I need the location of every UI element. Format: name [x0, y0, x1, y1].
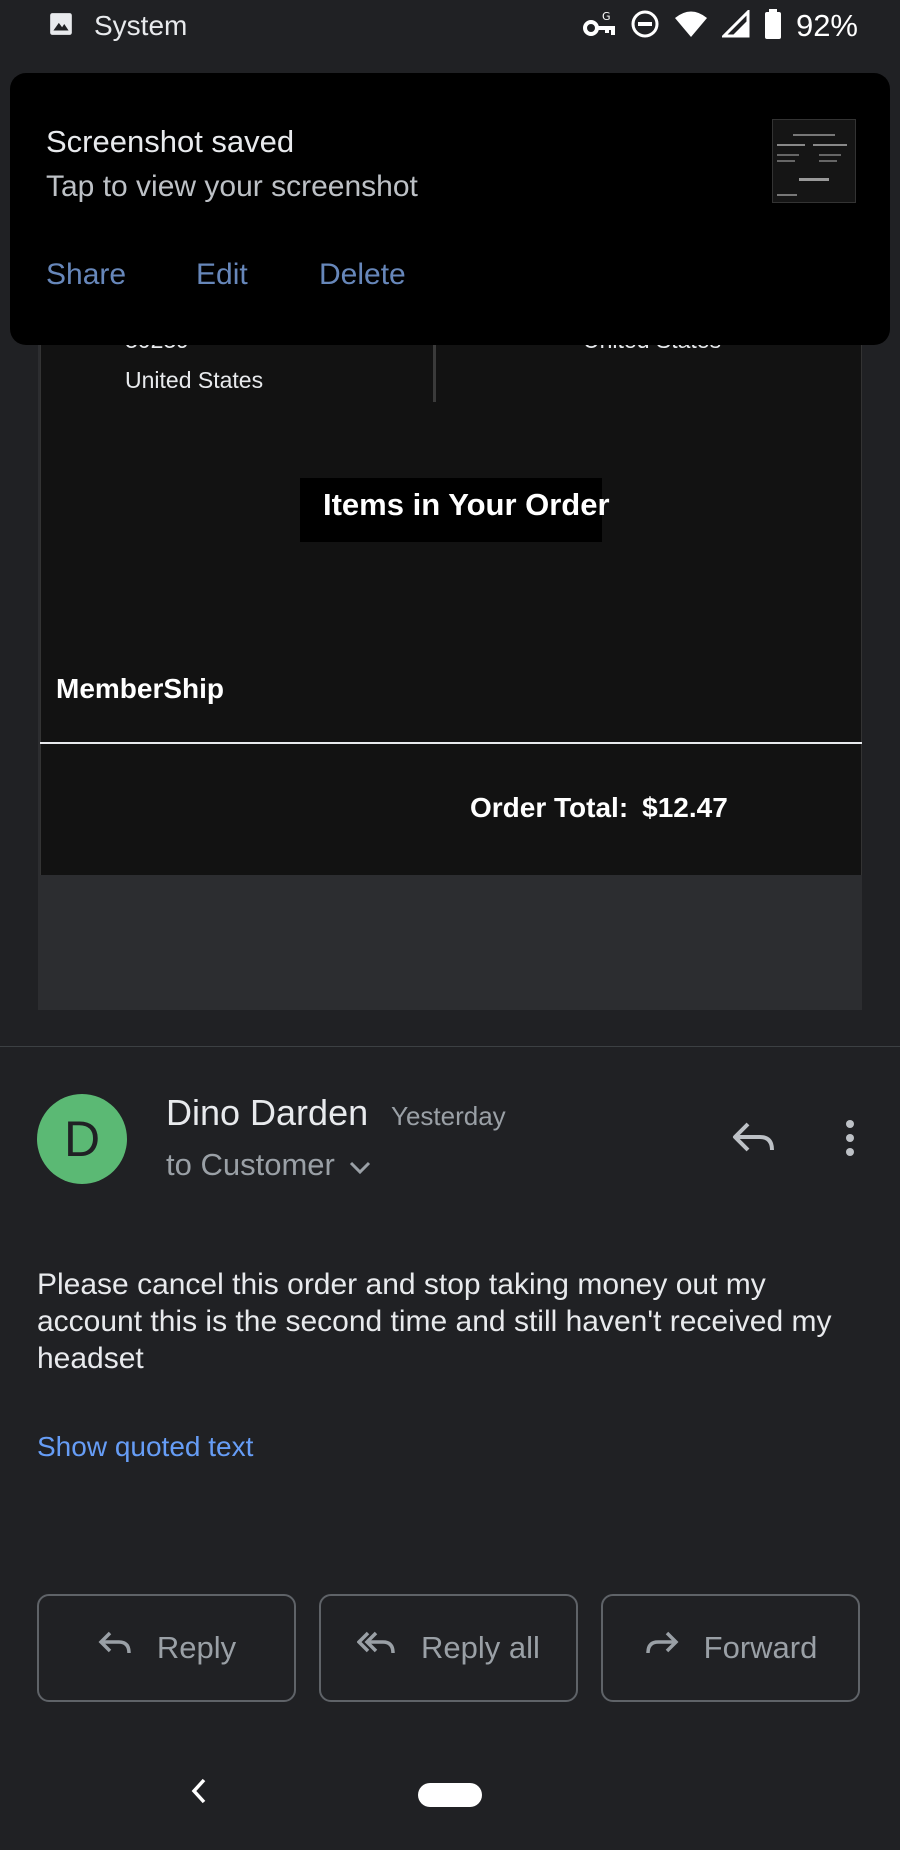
recipient-details-toggle[interactable]: to Customer [166, 1147, 371, 1183]
message-body: Please cancel this order and stop taking… [37, 1268, 832, 1375]
reply-all-icon [356, 1629, 397, 1667]
edit-action[interactable]: Edit [196, 258, 248, 292]
battery-percent: 92% [795, 8, 858, 43]
do-not-disturb-icon [630, 9, 660, 44]
more-options-icon[interactable] [836, 1118, 864, 1167]
order-item-name: MemberShip [56, 673, 225, 704]
svg-text:G: G [602, 10, 611, 23]
screenshot-thumbnail[interactable] [772, 119, 856, 203]
message-time: Yesterday [391, 1101, 506, 1131]
recipient-label: to Customer [166, 1147, 335, 1182]
battery-icon [764, 8, 782, 44]
delete-action[interactable]: Delete [319, 258, 406, 292]
sender-name: Dino Darden [166, 1092, 369, 1133]
status-bar: System G 92% [0, 0, 900, 58]
screenshot-notification[interactable] [10, 73, 890, 345]
order-divider [40, 742, 862, 744]
image-icon [48, 11, 74, 42]
forward-button[interactable]: Forward [601, 1594, 860, 1702]
avatar-letter: D [63, 1111, 101, 1167]
reply-icon-button[interactable] [730, 1118, 778, 1163]
order-total-value: $12.47 [642, 792, 728, 823]
message-divider [0, 1046, 900, 1047]
avatar[interactable]: D [37, 1094, 127, 1184]
status-bar-right: G 92% [582, 7, 858, 44]
reply-all-button[interactable]: Reply all [319, 1594, 578, 1702]
forward-icon [644, 1629, 680, 1667]
notification-title: Screenshot saved [46, 124, 295, 159]
wifi-icon [674, 9, 708, 44]
order-total: Order Total: $12.47 [470, 792, 742, 824]
chevron-down-icon [349, 1147, 371, 1183]
notification-subtitle: Tap to view your screenshot [46, 170, 418, 203]
status-bar-left: System [48, 10, 187, 42]
address-country-left: United States [125, 367, 264, 393]
share-action[interactable]: Share [46, 258, 126, 292]
back-icon[interactable] [188, 1776, 210, 1811]
reply-icon [97, 1629, 133, 1667]
status-app-label: System [94, 10, 188, 41]
show-quoted-text-link[interactable]: Show quoted text [37, 1431, 253, 1463]
vpn-key-icon: G [582, 9, 616, 44]
items-heading: Items in Your Order [323, 487, 610, 522]
order-total-label: Order Total: [470, 792, 629, 823]
reply-label: Reply [156, 1630, 237, 1665]
reply-button[interactable]: Reply [37, 1594, 296, 1702]
cell-signal-icon [720, 7, 750, 43]
home-pill[interactable] [418, 1783, 482, 1807]
forward-label: Forward [703, 1630, 818, 1665]
reply-all-label: Reply all [421, 1630, 540, 1665]
